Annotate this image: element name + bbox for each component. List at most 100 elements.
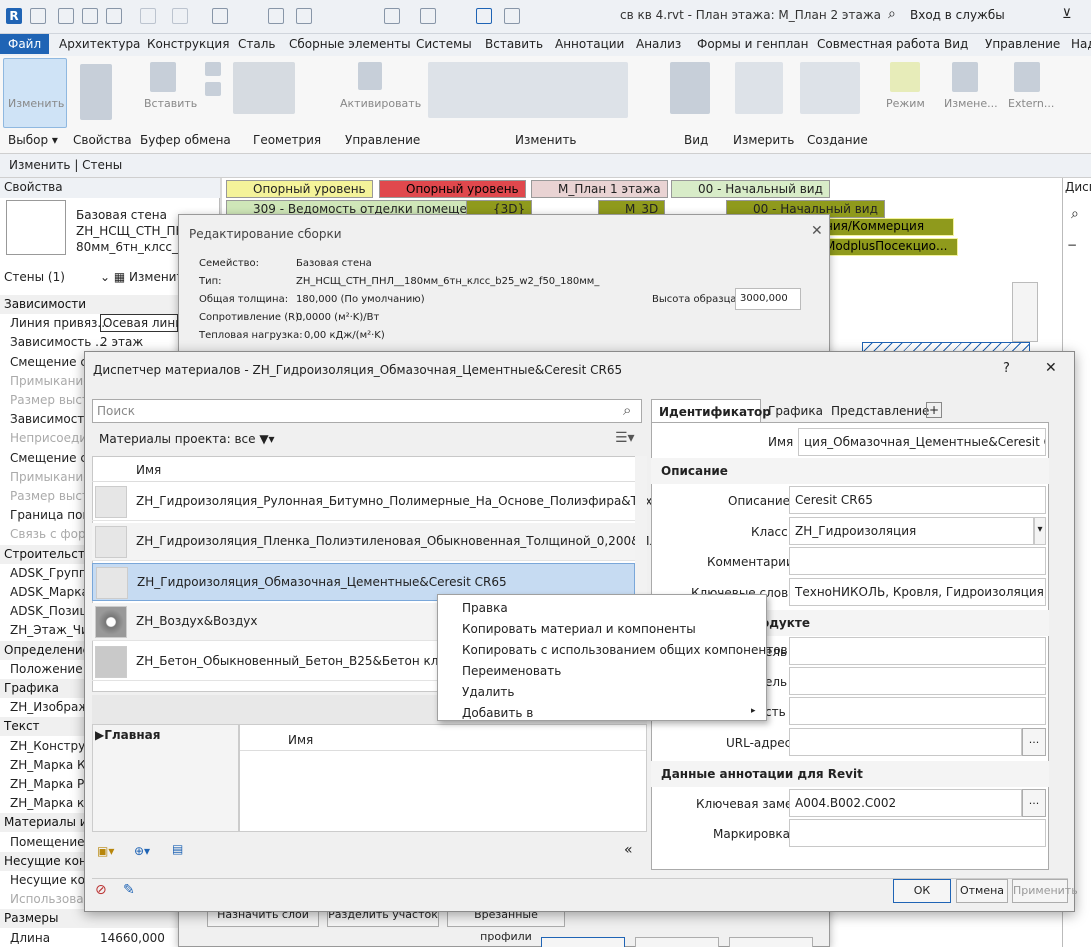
url-browse-button[interactable]: ... [1022,728,1046,756]
class-select[interactable]: ZH_Гидроизоляция [789,517,1034,545]
switch-windows-icon[interactable] [476,8,492,24]
open-icon[interactable] [58,8,74,24]
extern-icon[interactable] [1014,62,1040,92]
cart-icon[interactable]: ⊻ [1062,7,1072,22]
keynote-input[interactable]: A004.B002.C002 [789,789,1022,817]
menu-item-add-to[interactable]: Добавить в [462,706,533,720]
search-input[interactable]: Поиск [97,404,135,418]
sync-icon[interactable] [106,8,122,24]
model-input[interactable] [789,667,1046,695]
edit-icon[interactable] [952,62,978,92]
tab-identity[interactable]: Идентификатор [651,399,771,423]
tab-graphics[interactable]: Графика [768,404,823,418]
hide-icon[interactable]: ⊘ [95,882,107,898]
modify-icon[interactable] [3,58,67,128]
measure-tool-icon[interactable] [735,62,783,114]
name-input[interactable]: ция_Обмазочная_Цементные&Ceresit CR65 [798,428,1046,456]
undo-icon[interactable] [140,8,156,24]
ok-button-bg[interactable] [541,937,625,947]
add-tab-icon[interactable]: + [926,402,942,418]
dimension-icon[interactable] [296,8,312,24]
close-button[interactable]: ✕ [1045,360,1057,376]
tab-annotate[interactable]: Аннотации [555,37,624,51]
property-value[interactable]: 14660,000 [100,931,165,945]
help-button-bg[interactable] [729,937,813,947]
create-icon[interactable] [800,62,860,114]
tab-view[interactable]: Вид [944,37,968,51]
list-view-icon[interactable]: ☰▾ [615,430,635,446]
cancel-button-bg[interactable] [635,937,719,947]
revit-logo-icon[interactable]: R [6,8,22,24]
search-icon[interactable]: ⌕ [1071,206,1079,222]
tab-collaborate[interactable]: Совместная работа [817,37,940,51]
tab-addins[interactable]: Над [1071,37,1091,51]
3d-view-icon[interactable] [420,8,436,24]
tab-massing[interactable]: Формы и генплан [697,37,809,51]
property-value[interactable]: 2 этаж [100,335,143,349]
tab-manage[interactable]: Управление [985,37,1060,51]
edit-type-button[interactable]: ⌄ ▦ Изменить [100,270,191,284]
menu-item-copy-material[interactable]: Копировать материал и компоненты [462,622,696,636]
library-name-column[interactable]: Имя [288,733,313,747]
url-input[interactable] [789,728,1022,756]
keywords-input[interactable]: ТехноНИКОЛЬ, Кровля, Гидроизоляция, Те..… [789,578,1046,606]
sample-height-input[interactable]: 3000,000 [735,288,801,310]
home-icon[interactable] [30,8,46,24]
sign-in-button[interactable]: Вход в службы [910,8,1005,22]
redo-icon[interactable] [172,8,188,24]
tab-analyze[interactable]: Анализ [636,37,681,51]
view-tab-fragment-1[interactable]: ния/Коммерция [820,218,954,236]
view-icon[interactable] [670,62,710,114]
class-dropdown-icon[interactable]: ▾ [1034,517,1046,545]
type-name[interactable]: ZH_НСЩ_СТН_ПНЛ [76,224,194,238]
library-folder-icon[interactable]: ▣▾ [97,844,114,858]
tab-file[interactable]: Файл [0,34,50,54]
search-icon[interactable]: ⌕ [623,401,631,419]
ok-button[interactable]: ОК [893,879,951,903]
library-tree-home[interactable]: ▶Главная [95,728,160,742]
cost-input[interactable] [789,697,1046,725]
panel-select[interactable]: Выбор ▾ [8,133,58,147]
tab-precast[interactable]: Сборные элементы [289,37,411,51]
properties-icon[interactable] [80,64,112,120]
tree-collapse-icon[interactable]: − [1067,238,1077,252]
activate-icon[interactable] [358,62,382,90]
tab-appearance[interactable]: Представление [831,404,929,418]
search-box[interactable]: Поиск ⌕ [92,399,642,423]
project-materials-filter[interactable]: Материалы проекта: все ▼▾ [99,432,275,446]
cancel-button[interactable]: Отмена [956,879,1008,903]
binoculars-icon[interactable]: ⌕ [888,6,896,22]
cut-icon[interactable] [205,62,221,76]
apply-button[interactable]: Применить [1012,879,1078,903]
view-tab[interactable]: Опорный уровень [379,180,526,198]
close-icon[interactable]: ✕ [811,223,823,239]
collapse-icon[interactable]: « [624,842,633,858]
create-material-icon[interactable]: ⊕▾ [134,844,150,858]
keynote-browse-button[interactable]: ... [1022,789,1046,817]
print-icon[interactable] [212,8,228,24]
tab-systems[interactable]: Системы [416,37,472,51]
menu-item-edit[interactable]: Правка [462,601,508,615]
view-tab[interactable]: Опорный уровень [226,180,373,198]
menu-item-delete[interactable]: Удалить [462,685,515,699]
menu-item-copy-shared[interactable]: Копировать с использованием общих компон… [462,643,788,657]
instance-selector[interactable]: Стены (1) [4,270,65,284]
measure-icon[interactable] [268,8,284,24]
edit-material-icon[interactable]: ✎ [123,882,135,898]
name-column-header[interactable]: Имя [136,463,161,477]
mark-input[interactable] [789,819,1046,847]
navigation-bar-icon[interactable] [1012,282,1038,342]
description-input[interactable]: Ceresit CR65 [789,486,1046,514]
close-hidden-icon[interactable] [504,8,520,24]
mode-icon[interactable] [890,62,920,92]
view-tab[interactable]: 00 - Начальный вид [671,180,830,198]
align-icon[interactable] [428,62,628,118]
tab-insert[interactable]: Вставить [485,37,543,51]
manufacturer-input[interactable] [789,637,1046,665]
text-icon[interactable] [384,8,400,24]
material-row[interactable]: ZH_Гидроизоляция_Рулонная_Битумно_Полиме… [92,483,689,521]
comments-input[interactable] [789,547,1046,575]
paste-icon[interactable] [150,62,176,92]
view-tab[interactable]: М_План 1 этажа [531,180,668,198]
help-button[interactable]: ? [1003,361,1010,376]
